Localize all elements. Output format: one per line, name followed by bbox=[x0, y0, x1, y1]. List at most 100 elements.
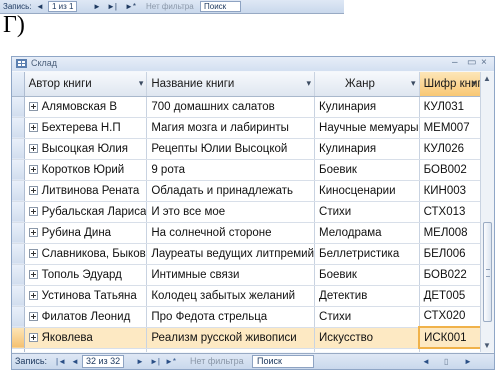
table-row[interactable]: Литвинова Рената Обладать и принадлежать К… bbox=[12, 180, 494, 202]
expand-icon[interactable] bbox=[28, 185, 38, 195]
cell-author[interactable]: Филатов Леонид bbox=[24, 306, 148, 328]
row-selector[interactable] bbox=[12, 96, 25, 118]
cell-genre[interactable] bbox=[314, 348, 420, 352]
last-record-button[interactable]: ►| bbox=[150, 356, 160, 367]
cell-author[interactable] bbox=[24, 348, 148, 352]
cell-author[interactable]: Яковлева bbox=[24, 327, 148, 349]
scroll-down-icon[interactable]: ▼ bbox=[483, 341, 491, 350]
top-new-record-button[interactable]: ►* bbox=[125, 2, 136, 11]
vertical-scrollbar[interactable]: ▲ ▼ bbox=[480, 72, 494, 352]
cell-author[interactable]: Бехтерева Н.П bbox=[24, 117, 148, 139]
cell-title[interactable]: Колодец забытых желаний bbox=[146, 285, 316, 307]
scroll-up-icon[interactable]: ▲ bbox=[483, 74, 491, 83]
table-row[interactable]: Славникова, Быков Лауреаты ведущих литпре… bbox=[12, 243, 494, 265]
cell-genre[interactable]: Стихи bbox=[314, 201, 420, 223]
record-position-field[interactable]: 32 из 32 bbox=[82, 355, 125, 368]
expand-icon[interactable] bbox=[28, 143, 38, 153]
cell-title[interactable]: И это все мое bbox=[146, 201, 316, 223]
table-row[interactable]: Высоцкая Юлия Рецепты Юлии Высоцкой Кулина… bbox=[12, 138, 494, 160]
cell-genre[interactable]: Научные мемуары bbox=[314, 117, 420, 139]
row-selector[interactable] bbox=[12, 264, 25, 286]
cell-title[interactable]: 9 рота bbox=[146, 159, 316, 181]
top-first-button[interactable]: ◄ bbox=[36, 2, 44, 11]
table-row[interactable]: Алямовская В 700 домашних салатов Кулинари… bbox=[12, 96, 494, 118]
cell-author[interactable]: Высоцкая Юлия bbox=[24, 138, 148, 160]
scroll-thumb[interactable] bbox=[483, 222, 492, 322]
new-record-row[interactable]: ✱ bbox=[12, 348, 494, 352]
sort-dropdown-icon[interactable]: ▾ bbox=[411, 78, 416, 89]
row-selector[interactable] bbox=[12, 222, 25, 244]
table-row[interactable]: Яковлева Реализм русской живописи Искусств… bbox=[12, 326, 494, 349]
hscroll-thumb[interactable]: ▯ bbox=[444, 356, 448, 367]
cell-author[interactable]: Литвинова Рената bbox=[24, 180, 148, 202]
row-selector[interactable] bbox=[12, 159, 25, 181]
close-button[interactable]: × bbox=[481, 57, 487, 68]
cell-author[interactable]: Алямовская В bbox=[24, 96, 148, 118]
table-row[interactable]: Коротков Юрий 9 рота Боевик БОВ002 bbox=[12, 159, 494, 181]
cell-title[interactable]: Про Федота стрельца bbox=[146, 306, 316, 328]
column-header-author[interactable]: Автор книги ▾ bbox=[24, 72, 148, 97]
top-next-button[interactable]: ► bbox=[93, 2, 101, 11]
new-row-marker[interactable]: ✱ bbox=[12, 348, 25, 352]
minimize-button[interactable]: – bbox=[452, 57, 458, 68]
row-selector[interactable] bbox=[12, 201, 25, 223]
table-row[interactable]: Рубальская Лариса И это все мое Стихи СТХ01… bbox=[12, 201, 494, 223]
row-selector[interactable] bbox=[12, 117, 25, 139]
table-row[interactable]: Устинова Татьяна Колодец забытых желаний Д… bbox=[12, 285, 494, 307]
row-selector[interactable] bbox=[12, 180, 25, 202]
first-record-button[interactable]: |◄ bbox=[56, 356, 66, 367]
expand-icon[interactable] bbox=[28, 248, 38, 258]
cell-title[interactable]: Лауреаты ведущих литпремий bbox=[146, 243, 316, 265]
table-row[interactable]: Тополь Эдуард Интимные связи Боевик БОВ022 bbox=[12, 264, 494, 286]
cell-title[interactable]: Обладать и принадлежать bbox=[146, 180, 316, 202]
expand-icon[interactable] bbox=[28, 290, 38, 300]
sort-dropdown-icon[interactable]: ▾ bbox=[139, 78, 144, 89]
top-last-button[interactable]: ►| bbox=[107, 2, 117, 11]
expand-icon[interactable] bbox=[28, 332, 38, 342]
column-header-genre[interactable]: Жанр ▾ bbox=[314, 72, 420, 97]
cell-genre[interactable]: Мелодрама bbox=[314, 222, 420, 244]
row-selector[interactable] bbox=[12, 138, 25, 160]
expand-icon[interactable] bbox=[28, 164, 38, 174]
cell-genre[interactable]: Беллетристика bbox=[314, 243, 420, 265]
filter-indicator[interactable]: Нет фильтра bbox=[190, 356, 244, 367]
row-selector[interactable] bbox=[12, 327, 25, 349]
cell-title[interactable]: На солнечной стороне bbox=[146, 222, 316, 244]
cell-author[interactable]: Устинова Татьяна bbox=[24, 285, 148, 307]
cell-genre[interactable]: Боевик bbox=[314, 264, 420, 286]
column-header-title[interactable]: Название книги ▾ bbox=[146, 72, 316, 97]
top-search-input[interactable]: Поиск bbox=[200, 1, 242, 12]
top-record-position[interactable]: 1 из 1 bbox=[48, 1, 78, 12]
hscroll-left-icon[interactable]: ◄ bbox=[422, 356, 430, 367]
cell-genre[interactable]: Стихи bbox=[314, 306, 420, 328]
cell-title[interactable]: 700 домашних салатов bbox=[146, 96, 316, 118]
expand-icon[interactable] bbox=[28, 311, 38, 321]
expand-icon[interactable] bbox=[28, 269, 38, 279]
table-row[interactable]: Филатов Леонид Про Федота стрельца Стихи СТ… bbox=[12, 306, 494, 328]
cell-genre[interactable]: Боевик bbox=[314, 159, 420, 181]
expand-icon[interactable] bbox=[28, 227, 38, 237]
restore-button[interactable]: ▭ bbox=[467, 57, 476, 68]
expand-icon[interactable] bbox=[28, 122, 38, 132]
cell-title[interactable]: Реализм русской живописи bbox=[146, 327, 316, 349]
cell-author[interactable]: Коротков Юрий bbox=[24, 159, 148, 181]
cell-title[interactable] bbox=[146, 348, 316, 352]
cell-genre[interactable]: Кулинария bbox=[314, 96, 420, 118]
expand-icon[interactable] bbox=[28, 206, 38, 216]
prev-record-button[interactable]: ◄ bbox=[71, 356, 79, 367]
cell-genre[interactable]: Кулинария bbox=[314, 138, 420, 160]
top-filter-indicator[interactable]: Нет фильтра bbox=[146, 2, 194, 11]
next-record-button[interactable]: ► bbox=[136, 356, 144, 367]
cell-author[interactable]: Славникова, Быков bbox=[24, 243, 148, 265]
cell-title[interactable]: Магия мозга и лабиринты bbox=[146, 117, 316, 139]
cell-title[interactable]: Рецепты Юлии Высоцкой bbox=[146, 138, 316, 160]
table-row[interactable]: Бехтерева Н.П Магия мозга и лабиринты Науч… bbox=[12, 117, 494, 139]
table-row[interactable]: Рубина Дина На солнечной стороне Мелодрама… bbox=[12, 222, 494, 244]
row-selector[interactable] bbox=[12, 306, 25, 328]
cell-genre[interactable]: Искусство bbox=[314, 327, 420, 349]
expand-icon[interactable] bbox=[28, 101, 38, 111]
new-record-button[interactable]: ►* bbox=[165, 356, 176, 367]
cell-genre[interactable]: Детектив bbox=[314, 285, 420, 307]
sort-dropdown-icon[interactable]: ▾ bbox=[307, 78, 312, 89]
cell-author[interactable]: Рубальская Лариса bbox=[24, 201, 148, 223]
